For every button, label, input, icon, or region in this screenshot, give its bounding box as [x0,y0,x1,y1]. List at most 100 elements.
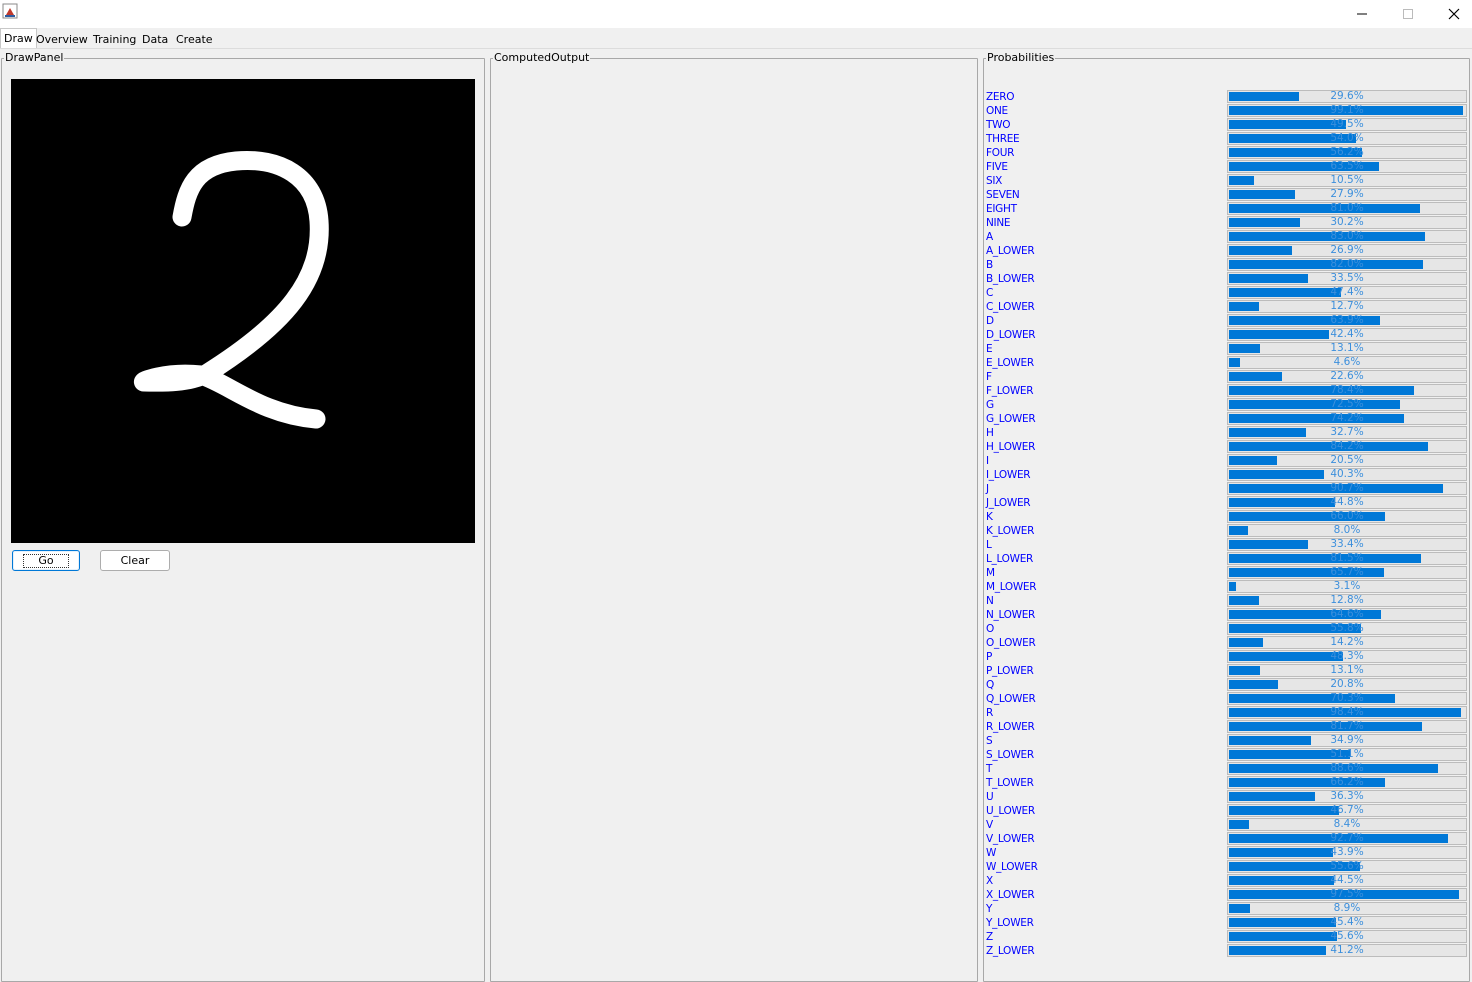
probability-bar: 55.8% [1227,622,1467,635]
probability-percent: 27.9% [1330,188,1364,200]
probability-label: NINE [986,217,1011,229]
probability-row: F_LOWER 78.4% [986,383,1468,397]
probability-percent: 65.7% [1330,566,1364,578]
probability-bar: 78.4% [1227,384,1467,397]
probability-row: B_LOWER 33.5% [986,271,1468,285]
probability-label: TWO [986,119,1011,131]
probability-label: I_LOWER [986,469,1031,481]
probability-row: A 83.0% [986,229,1468,243]
probability-label: K [986,511,993,523]
probability-row: T_LOWER 66.2% [986,775,1468,789]
tab-overview[interactable]: Overview [33,30,91,48]
tab-data[interactable]: Data [139,30,171,48]
maximize-button[interactable] [1385,0,1431,28]
probability-percent: 8.4% [1333,818,1361,830]
probability-percent: 81.5% [1330,552,1364,564]
probability-row: E_LOWER 4.6% [986,355,1468,369]
probability-bar: 33.4% [1227,538,1467,551]
probability-row: A_LOWER 26.9% [986,243,1468,257]
close-button[interactable] [1431,0,1472,28]
tab-draw[interactable]: Draw [0,28,37,49]
probability-percent: 92.7% [1330,832,1364,844]
go-button[interactable]: Go [12,550,80,571]
probability-label: C [986,287,994,299]
probability-row: Y_LOWER 45.4% [986,915,1468,929]
probability-label: U [986,791,994,803]
probability-percent: 90.7% [1330,482,1364,494]
probability-percent: 74.2% [1330,412,1364,424]
probability-row: H 32.7% [986,425,1468,439]
draw-canvas[interactable] [11,79,475,543]
probability-percent: 88.6% [1330,762,1364,774]
probability-row: G_LOWER 74.2% [986,411,1468,425]
probability-label: R [986,707,993,719]
probability-bar: 90.7% [1227,482,1467,495]
probability-label: S [986,735,993,747]
probability-bar: 30.2% [1227,216,1467,229]
probability-row: M_LOWER 3.1% [986,579,1468,593]
probability-label: F_LOWER [986,385,1034,397]
probability-row: ZERO 29.6% [986,89,1468,103]
probability-row: B 82.0% [986,257,1468,271]
probability-row: W 43.9% [986,845,1468,859]
clear-button[interactable]: Clear [100,550,170,571]
tab-training[interactable]: Training [90,30,139,48]
probability-label: A [986,231,993,243]
probability-row: G 72.5% [986,397,1468,411]
probability-bar: 81.7% [1227,720,1467,733]
probability-label: Z [986,931,993,943]
probability-bar: 20.5% [1227,454,1467,467]
probability-row: X 44.5% [986,873,1468,887]
probability-label: E_LOWER [986,357,1034,369]
probability-row: FIVE 63.5% [986,159,1468,173]
probability-percent: 81.7% [1330,720,1364,732]
probability-label: X_LOWER [986,889,1035,901]
probability-row: M 65.7% [986,565,1468,579]
probability-row: H_LOWER 84.2% [986,439,1468,453]
java-cup-icon [2,3,18,19]
probability-row: F 22.6% [986,369,1468,383]
probability-label: L [986,539,992,551]
probability-bar: 8.4% [1227,818,1467,831]
probability-bar: 46.7% [1227,804,1467,817]
probability-label: G [986,399,994,411]
minimize-icon [1357,13,1367,15]
probability-label: M_LOWER [986,581,1037,593]
probability-label: P_LOWER [986,665,1034,677]
probability-row: U 36.3% [986,789,1468,803]
probability-row: SEVEN 27.9% [986,187,1468,201]
probability-row: Q_LOWER 70.3% [986,691,1468,705]
probability-row: D_LOWER 42.4% [986,327,1468,341]
probability-percent: 41.2% [1330,944,1364,956]
probability-label: X [986,875,993,887]
go-button-label: Go [23,553,69,568]
probability-bar: 63.9% [1227,314,1467,327]
tab-create[interactable]: Create [173,30,216,48]
probability-row: L 33.4% [986,537,1468,551]
probability-bar: 83.0% [1227,230,1467,243]
probability-percent: 13.1% [1330,664,1364,676]
probability-bar: 70.3% [1227,692,1467,705]
probability-row: K_LOWER 8.0% [986,523,1468,537]
draw-panel-title: DrawPanel [4,51,65,64]
probability-percent: 34.9% [1330,734,1364,746]
probability-bar: 3.1% [1227,580,1467,593]
probability-bar: 55.6% [1227,860,1467,873]
probability-bar: 8.9% [1227,902,1467,915]
probability-label: M [986,567,995,579]
probability-percent: 84.2% [1330,440,1364,452]
probability-label: THREE [986,133,1020,145]
probability-row: J_LOWER 44.8% [986,495,1468,509]
probability-row: V 8.4% [986,817,1468,831]
probability-label: R_LOWER [986,721,1035,733]
probability-percent: 98.4% [1330,706,1364,718]
minimize-button[interactable] [1339,0,1385,28]
probability-label: FIVE [986,161,1008,173]
probability-bar: 44.8% [1227,496,1467,509]
probability-percent: 48.3% [1330,650,1364,662]
probability-row: O 55.8% [986,621,1468,635]
probability-bar: 34.9% [1227,734,1467,747]
probability-label: T_LOWER [986,777,1034,789]
probability-row: J 90.7% [986,481,1468,495]
computed-output-panel: ComputedOutput [490,51,978,982]
